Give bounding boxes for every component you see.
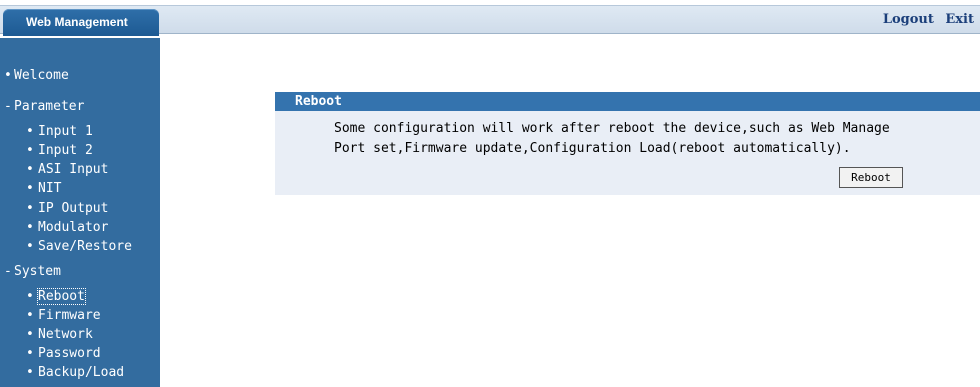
sidebar-item-firmware[interactable]: • Firmware <box>26 308 101 323</box>
sidebar-item-label: IP Output <box>38 201 109 216</box>
bullet-icon: • <box>26 308 34 323</box>
sidebar-item-label: Reboot <box>37 288 86 305</box>
bullet-icon: • <box>26 201 34 216</box>
sidebar-item-save-restore[interactable]: • Save/Restore <box>26 239 132 254</box>
sidebar-item-network[interactable]: • Network <box>26 327 93 342</box>
sidebar-item-welcome[interactable]: • Welcome <box>4 68 69 83</box>
bullet-icon: • <box>26 220 34 235</box>
bullet-icon: • <box>26 239 34 254</box>
sidebar-item-backup-load[interactable]: • Backup/Load <box>26 365 124 380</box>
bullet-icon: • <box>26 181 34 196</box>
app-title: Web Management <box>26 15 128 29</box>
sidebar-item-input-2[interactable]: • Input 2 <box>26 143 93 158</box>
sidebar-group-label: Parameter <box>14 99 85 114</box>
sidebar-item-label: NIT <box>38 181 62 196</box>
sidebar-item-label: Input 2 <box>38 143 93 158</box>
sidebar-group-parameter[interactable]: - Parameter <box>4 99 84 114</box>
sidebar: • Welcome - Parameter • Input 1 • Input 2 • A… <box>0 38 160 387</box>
sidebar-item-label: Firmware <box>38 308 101 323</box>
panel-header: Reboot <box>275 92 980 111</box>
bullet-icon: • <box>26 327 34 342</box>
sidebar-group-system[interactable]: - System <box>4 264 61 279</box>
bullet-icon: • <box>26 346 34 361</box>
reboot-button[interactable]: Reboot <box>839 167 903 188</box>
sidebar-item-label: Network <box>38 327 93 342</box>
top-bar: Web Management Logout Exit <box>0 5 980 36</box>
sidebar-item-input-1[interactable]: • Input 1 <box>26 124 93 139</box>
sidebar-item-asi-input[interactable]: • ASI Input <box>26 162 108 177</box>
bullet-icon: • <box>4 68 12 83</box>
collapse-icon: - <box>4 264 12 279</box>
top-links: Logout Exit <box>876 12 974 27</box>
sidebar-item-modulator[interactable]: • Modulator <box>26 220 108 235</box>
brand-tab: Web Management <box>3 9 159 36</box>
panel-description-line-2: Port set,Firmware update,Configuration L… <box>334 141 851 156</box>
sidebar-item-label: ASI Input <box>38 162 109 177</box>
panel-description-line-1: Some configuration will work after reboo… <box>334 121 890 136</box>
bullet-icon: • <box>26 162 34 177</box>
bullet-icon: • <box>26 143 34 158</box>
reboot-panel: Reboot Some configuration will work afte… <box>275 92 980 195</box>
sidebar-item-password[interactable]: • Password <box>26 346 101 361</box>
sidebar-item-reboot[interactable]: • Reboot <box>26 288 86 305</box>
sidebar-item-label: Password <box>38 346 101 361</box>
bullet-icon: • <box>26 365 34 380</box>
logout-link[interactable]: Logout <box>883 12 934 27</box>
bullet-icon: • <box>26 124 34 139</box>
sidebar-item-label: Save/Restore <box>38 239 132 254</box>
sidebar-item-nit[interactable]: • NIT <box>26 181 61 196</box>
panel-title: Reboot <box>295 94 342 109</box>
sidebar-item-label: Input 1 <box>38 124 93 139</box>
sidebar-group-label: System <box>14 264 61 279</box>
sidebar-item-label: Welcome <box>14 68 69 83</box>
collapse-icon: - <box>4 99 12 114</box>
sidebar-item-label: Modulator <box>38 220 109 235</box>
bullet-icon: • <box>26 289 34 304</box>
exit-link[interactable]: Exit <box>945 12 974 27</box>
sidebar-item-label: Backup/Load <box>38 365 125 380</box>
sidebar-item-ip-output[interactable]: • IP Output <box>26 201 108 216</box>
